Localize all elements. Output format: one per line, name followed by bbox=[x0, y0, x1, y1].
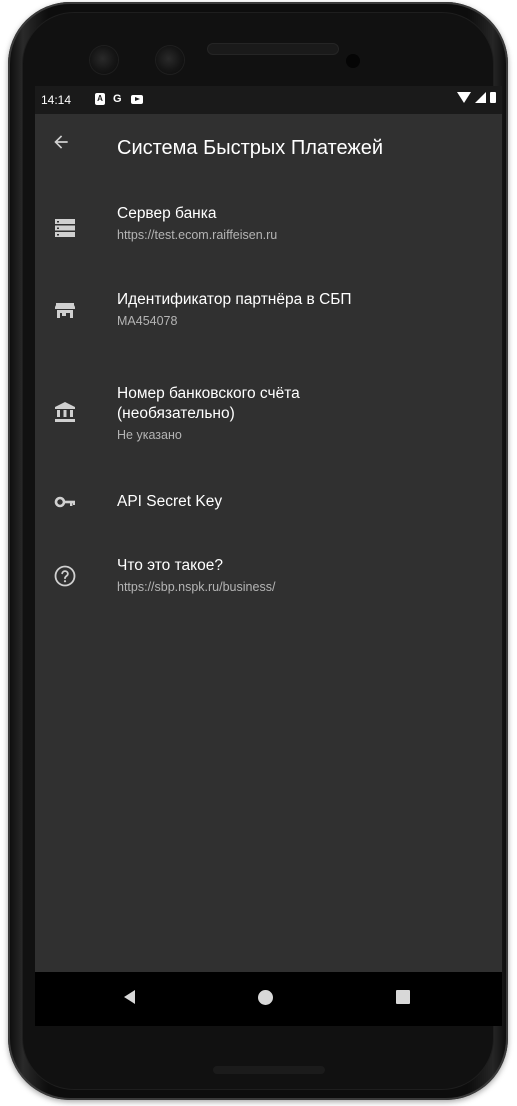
setting-title: Идентификатор партнёра в СБП bbox=[117, 291, 352, 308]
help-circle-icon bbox=[54, 565, 76, 587]
earpiece-speaker bbox=[208, 44, 338, 54]
front-sensor bbox=[156, 46, 184, 74]
setting-summary: MA454078 bbox=[117, 314, 178, 328]
setting-title-line1: Номер банковского счёта bbox=[117, 385, 300, 402]
nav-home-icon[interactable] bbox=[258, 990, 273, 1005]
status-system-icons bbox=[457, 92, 496, 103]
nav-recents-icon[interactable] bbox=[396, 990, 410, 1004]
server-icon bbox=[55, 219, 75, 237]
nav-back-icon[interactable] bbox=[124, 990, 135, 1004]
page-title: Система Быстрых Платежей bbox=[117, 137, 384, 159]
setting-item-api-secret-key[interactable]: API Secret Key bbox=[35, 484, 502, 520]
store-icon bbox=[55, 303, 75, 318]
front-camera bbox=[90, 46, 118, 74]
setting-item-what-is-this[interactable]: Что это такое? https://sbp.nspk.ru/busin… bbox=[35, 550, 502, 602]
setting-title-line2: (необязательно) bbox=[117, 405, 235, 422]
setting-title: Сервер банка bbox=[117, 205, 217, 222]
setting-title: Что это такое? bbox=[117, 557, 223, 574]
navigation-bar bbox=[35, 972, 502, 1026]
status-bar: 14:14 A G bbox=[35, 86, 502, 114]
setting-title: API Secret Key bbox=[117, 493, 223, 510]
youtube-icon bbox=[131, 95, 143, 104]
arrow-back-icon[interactable] bbox=[51, 132, 71, 152]
key-icon bbox=[54, 496, 75, 508]
google-g-icon: G bbox=[113, 93, 122, 105]
status-time: 14:14 bbox=[41, 93, 72, 107]
a-icon: A bbox=[95, 93, 105, 105]
setting-summary: Не указано bbox=[117, 428, 182, 442]
bank-icon bbox=[55, 402, 75, 422]
battery-icon bbox=[490, 92, 496, 103]
setting-summary: https://test.ecom.raiffeisen.ru bbox=[117, 228, 278, 242]
setting-summary: https://sbp.nspk.ru/business/ bbox=[117, 580, 276, 594]
signal-icon bbox=[475, 92, 486, 103]
app-bar: Система Быстрых Платежей bbox=[35, 114, 502, 170]
wifi-icon bbox=[457, 92, 471, 103]
bottom-speaker bbox=[213, 1066, 325, 1074]
setting-item-bank-account[interactable]: Номер банковского счёта (необязательно) … bbox=[35, 380, 502, 452]
setting-item-partner-id[interactable]: Идентификатор партнёра в СБП MA454078 bbox=[35, 284, 502, 336]
proximity-sensor bbox=[346, 54, 360, 68]
screen: 14:14 A G Система Быстрых Платежей Серве… bbox=[35, 86, 502, 1026]
setting-item-bank-server[interactable]: Сервер банка https://test.ecom.raiffeise… bbox=[35, 198, 502, 250]
